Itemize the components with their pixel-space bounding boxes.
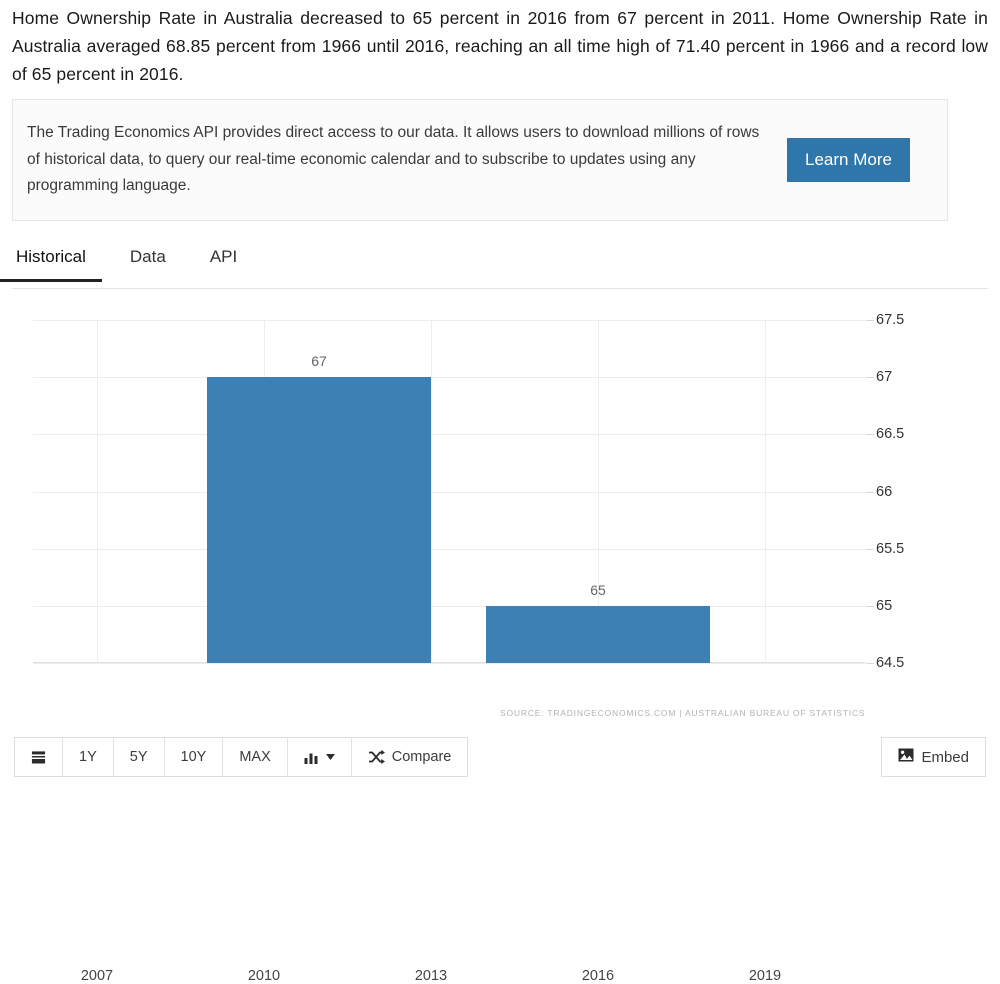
y-axis-label: 66.5 (876, 426, 905, 443)
chart-bar[interactable] (207, 377, 431, 663)
range-button-5y[interactable]: 5Y (113, 738, 165, 776)
y-axis-label: 66 (876, 483, 893, 500)
api-callout-text: The Trading Economics API provides direc… (27, 124, 760, 195)
y-gridline (33, 320, 865, 321)
compare-button[interactable]: Compare (351, 738, 468, 776)
api-callout: The Trading Economics API provides direc… (12, 99, 948, 221)
y-tick-mark (866, 548, 874, 550)
x-axis-label: 2016 (581, 968, 615, 984)
y-axis-label: 67.5 (876, 312, 905, 328)
image-icon (898, 748, 914, 766)
chevron-down-icon (325, 754, 335, 760)
chart-plot-area[interactable]: 67 65 (33, 320, 865, 664)
bar-value-label: 67 (311, 353, 327, 370)
y-gridline (33, 491, 865, 493)
chart-container: 67 65 67.5 67 66.5 66 65.5 65 64.5 2007 2010 2013 2… (0, 300, 1000, 984)
tab-data[interactable]: Data (126, 245, 170, 281)
range-button-10y[interactable]: 10Y (164, 738, 224, 776)
y-tick-mark (866, 320, 874, 321)
x-gridline (431, 320, 432, 663)
chart-toolbar: 1Y 5Y 10Y MAX Compare (14, 737, 469, 777)
bar-value-label: 65 (590, 581, 606, 598)
y-gridline (33, 663, 865, 664)
y-tick-mark (866, 605, 874, 607)
y-tick-mark (866, 491, 874, 493)
y-axis-label: 64.5 (876, 655, 905, 671)
x-axis-label: 2019 (748, 968, 782, 984)
list-icon (31, 750, 46, 765)
y-tick-mark (866, 377, 874, 379)
embed-button[interactable]: Embed (881, 737, 986, 777)
x-gridline (97, 320, 98, 663)
x-axis-label: 2013 (414, 968, 448, 984)
y-axis-label: 65 (876, 597, 893, 614)
x-axis-line (33, 662, 865, 663)
learn-more-button[interactable]: Learn More (787, 138, 910, 182)
chart-bar[interactable] (486, 605, 710, 663)
y-gridline (33, 605, 865, 607)
y-gridline (33, 377, 865, 379)
shuffle-icon (368, 750, 385, 764)
tab-bar: Historical Data API (0, 245, 988, 289)
y-gridline (33, 434, 865, 436)
range-button-1y[interactable]: 1Y (63, 738, 114, 776)
y-axis-label: 65.5 (876, 540, 905, 557)
y-gridline (33, 548, 865, 550)
summary-paragraph: Home Ownership Rate in Australia decreas… (12, 8, 988, 84)
chart-type-dropdown[interactable] (287, 738, 352, 776)
list-view-button[interactable] (15, 738, 63, 776)
embed-label: Embed (921, 748, 969, 766)
range-button-max[interactable]: MAX (223, 738, 288, 776)
tab-historical[interactable]: Historical (0, 245, 102, 282)
x-axis-label: 2007 (80, 968, 114, 984)
x-gridline (765, 320, 766, 663)
chart-source-note: SOURCE: TRADINGECONOMICS.COM | AUSTRALIA… (500, 708, 866, 718)
bar-chart-icon (304, 751, 319, 764)
y-axis-label: 67 (876, 369, 893, 386)
compare-label: Compare (391, 749, 452, 765)
y-tick-mark (866, 434, 874, 436)
y-tick-mark (866, 663, 874, 664)
x-axis-label: 2010 (247, 968, 281, 984)
tab-api[interactable]: API (206, 245, 241, 281)
